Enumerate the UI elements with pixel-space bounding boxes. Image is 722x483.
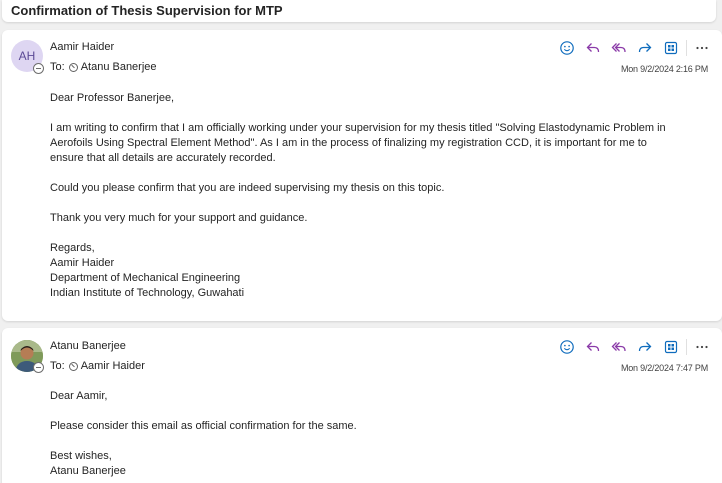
signature-line: Aamir Haider	[50, 257, 115, 269]
blocked-contact-icon	[68, 62, 78, 72]
signature: Best wishes, Atanu Banerjee	[50, 449, 712, 479]
signature-line: Department of Mechanical Engineering	[50, 272, 241, 284]
timestamp: Mon 9/2/2024 7:47 PM	[620, 363, 708, 373]
more-actions-button[interactable]	[689, 337, 715, 357]
to-line: To: Atanu Banerjee	[50, 61, 157, 73]
body-line: ensure that all details are accurately r…	[50, 152, 276, 164]
reply-all-icon	[611, 342, 626, 352]
signature-line: Best wishes,	[50, 450, 112, 462]
avatar-initials: AH	[18, 49, 36, 63]
sender-name[interactable]: Atanu Banerjee	[50, 340, 126, 352]
apps-button[interactable]	[658, 38, 684, 58]
message-body: Dear Professor Banerjee, I am writing to…	[50, 91, 712, 301]
message-card[interactable]: Atanu Banerjee To: Aamir Haider Mon 9/2/…	[2, 328, 722, 483]
signature-line: Regards,	[50, 242, 95, 254]
presence-icon	[33, 63, 44, 74]
timestamp: Mon 9/2/2024 2:16 PM	[620, 64, 708, 74]
reply-all-icon	[611, 43, 626, 53]
blocked-contact-icon	[68, 361, 78, 371]
subject-bar: Confirmation of Thesis Supervision for M…	[2, 0, 716, 22]
email-subject: Confirmation of Thesis Supervision for M…	[11, 3, 283, 18]
reply-icon	[586, 43, 600, 53]
emoji-reaction-button[interactable]	[554, 38, 580, 58]
apps-icon	[664, 41, 678, 55]
body-line: Aerofoils Using Spectral Element Method"…	[50, 137, 647, 149]
forward-button[interactable]	[632, 337, 658, 357]
greeting: Dear Professor Banerjee,	[50, 92, 175, 104]
body-paragraph: Thank you very much for your support and…	[50, 212, 308, 224]
toolbar-divider	[686, 339, 687, 355]
more-icon	[696, 345, 708, 349]
recipient-name[interactable]: Aamir Haider	[81, 360, 145, 372]
body-paragraph: Could you please confirm that you are in…	[50, 182, 445, 194]
message-toolbar	[554, 337, 715, 357]
signature-line: Indian Institute of Technology, Guwahati	[50, 287, 245, 299]
body-paragraph: I am writing to confirm that I am offici…	[50, 121, 712, 166]
presence-icon	[33, 362, 44, 373]
recipient-name[interactable]: Atanu Banerjee	[81, 61, 157, 73]
reply-all-button[interactable]	[606, 337, 632, 357]
emoji-icon	[560, 41, 574, 55]
reply-all-button[interactable]	[606, 38, 632, 58]
apps-button[interactable]	[658, 337, 684, 357]
emoji-icon	[560, 340, 574, 354]
message-card[interactable]: AH Aamir Haider To: Atanu Banerjee Mon 9…	[2, 30, 722, 321]
body-line: I am writing to confirm that I am offici…	[50, 122, 666, 134]
signature: Regards, Aamir Haider Department of Mech…	[50, 241, 712, 301]
message-body: Dear Aamir, Please consider this email a…	[50, 389, 712, 479]
to-label: To:	[50, 61, 65, 73]
apps-icon	[664, 340, 678, 354]
signature-line: Atanu Banerjee	[50, 465, 126, 477]
greeting: Dear Aamir,	[50, 390, 108, 402]
forward-icon	[638, 43, 652, 53]
body-paragraph: Please consider this email as official c…	[50, 420, 357, 432]
more-icon	[696, 46, 708, 50]
reply-icon	[586, 342, 600, 352]
forward-icon	[638, 342, 652, 352]
emoji-reaction-button[interactable]	[554, 337, 580, 357]
reply-button[interactable]	[580, 38, 606, 58]
more-actions-button[interactable]	[689, 38, 715, 58]
to-label: To:	[50, 360, 65, 372]
forward-button[interactable]	[632, 38, 658, 58]
toolbar-divider	[686, 40, 687, 56]
sender-name[interactable]: Aamir Haider	[50, 41, 114, 53]
to-line: To: Aamir Haider	[50, 360, 145, 372]
message-toolbar	[554, 38, 715, 58]
reply-button[interactable]	[580, 337, 606, 357]
